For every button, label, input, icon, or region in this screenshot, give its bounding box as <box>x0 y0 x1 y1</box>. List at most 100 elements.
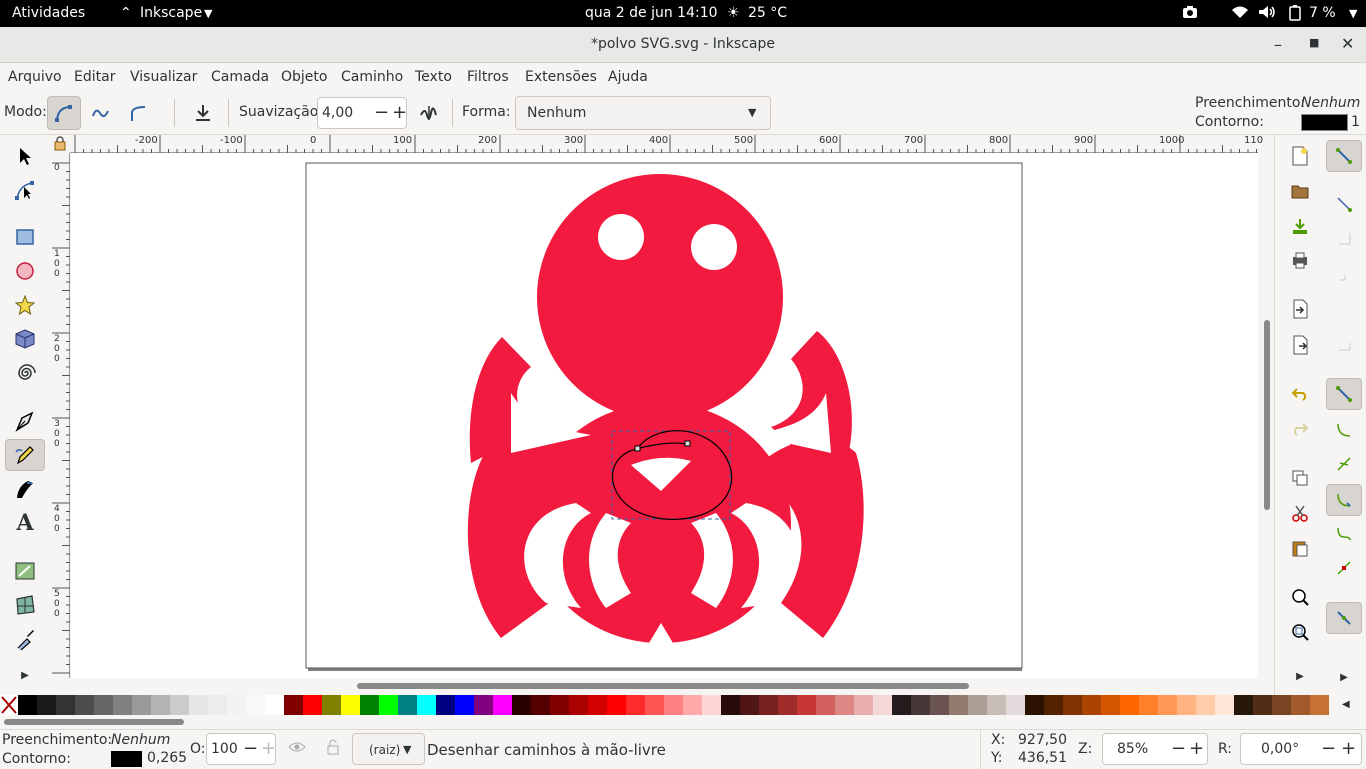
chevron-down-icon[interactable]: ▼ <box>1349 7 1357 20</box>
color-swatch[interactable] <box>854 695 873 715</box>
redo-icon[interactable] <box>1285 414 1315 444</box>
rectangle-tool[interactable] <box>5 221 45 253</box>
node-tool[interactable] <box>5 174 45 206</box>
color-swatch[interactable] <box>1120 695 1139 715</box>
color-swatch[interactable] <box>417 695 436 715</box>
color-swatch[interactable] <box>1310 695 1329 715</box>
color-swatch[interactable] <box>1272 695 1291 715</box>
color-swatch[interactable] <box>246 695 265 715</box>
color-swatch[interactable] <box>1101 695 1120 715</box>
color-swatch[interactable] <box>1253 695 1272 715</box>
color-swatch[interactable] <box>1196 695 1215 715</box>
snap-centers-button[interactable] <box>1326 602 1362 634</box>
color-swatch[interactable] <box>1139 695 1158 715</box>
color-swatch[interactable] <box>322 695 341 715</box>
increment-icon[interactable]: + <box>261 738 276 759</box>
shape-dropdown[interactable]: Nenhum ▼ <box>515 96 771 130</box>
color-swatch[interactable] <box>436 695 455 715</box>
color-swatch[interactable] <box>1291 695 1310 715</box>
bezier-pen-tool[interactable] <box>5 405 45 437</box>
snap-paths-button[interactable] <box>1326 414 1362 446</box>
app-menu-icon[interactable]: ⌃ <box>120 5 132 21</box>
volume-icon[interactable] <box>1258 5 1276 23</box>
paste-icon[interactable] <box>1285 533 1315 563</box>
color-swatch[interactable] <box>94 695 113 715</box>
status-stroke-width[interactable]: 0,265 <box>147 750 187 766</box>
horizontal-scrollbar[interactable] <box>71 680 1258 692</box>
color-swatch[interactable] <box>968 695 987 715</box>
undo-icon[interactable] <box>1285 379 1315 409</box>
mesh-tool[interactable] <box>5 589 45 621</box>
minimize-button[interactable]: – <box>1274 35 1282 54</box>
color-swatch[interactable] <box>816 695 835 715</box>
menu-objeto[interactable]: Objeto <box>281 69 327 85</box>
decrement-icon[interactable]: − <box>1321 738 1336 759</box>
snap-nodes-button[interactable] <box>1326 378 1362 410</box>
color-swatch[interactable] <box>702 695 721 715</box>
selector-tool[interactable] <box>5 140 45 172</box>
menu-extensoes[interactable]: Extensões <box>525 69 597 85</box>
rotation-value[interactable]: 0,00° <box>1261 741 1299 757</box>
color-swatch[interactable] <box>1234 695 1253 715</box>
text-tool[interactable]: A <box>5 507 45 539</box>
color-swatch[interactable] <box>303 695 322 715</box>
vertical-scroll-thumb[interactable] <box>1264 320 1270 510</box>
color-swatch[interactable] <box>37 695 56 715</box>
battery-icon[interactable] <box>1289 5 1301 25</box>
3d-box-tool[interactable] <box>5 323 45 355</box>
stroke-indicator-width[interactable]: 1 <box>1351 114 1360 130</box>
ellipse-tool[interactable] <box>5 255 45 287</box>
color-swatch[interactable] <box>379 695 398 715</box>
drawing-canvas[interactable] <box>71 153 1258 678</box>
zoom-drawing-icon[interactable] <box>1285 617 1315 647</box>
color-swatch[interactable] <box>588 695 607 715</box>
menu-editar[interactable]: Editar <box>74 69 115 85</box>
open-folder-icon[interactable] <box>1285 176 1315 206</box>
color-swatch[interactable] <box>683 695 702 715</box>
duplicate-icon[interactable] <box>1285 463 1315 493</box>
ruler-corner-lock[interactable] <box>52 135 70 153</box>
smoothing-spinbox[interactable]: 4,00 − + <box>317 97 407 129</box>
color-swatch[interactable] <box>930 695 949 715</box>
color-swatch[interactable] <box>455 695 474 715</box>
snap-toggle-button[interactable] <box>1326 140 1362 172</box>
color-swatch[interactable] <box>740 695 759 715</box>
palette-scrollbar[interactable] <box>0 716 1366 728</box>
menu-visualizar[interactable]: Visualizar <box>130 69 197 85</box>
battery-level[interactable]: 7 % <box>1309 5 1336 21</box>
vertical-scrollbar[interactable] <box>1260 153 1274 678</box>
spiral-tool[interactable] <box>5 357 45 389</box>
snap-smooth-nodes-button[interactable] <box>1326 518 1362 550</box>
menu-camada[interactable]: Camada <box>211 69 269 85</box>
color-swatch[interactable] <box>949 695 968 715</box>
color-swatch[interactable] <box>18 695 37 715</box>
path-node[interactable] <box>684 440 691 447</box>
more-tools-button[interactable]: ▶ <box>5 659 45 691</box>
decrement-icon[interactable]: − <box>374 102 389 123</box>
octopus-head[interactable] <box>537 174 783 420</box>
color-swatch[interactable] <box>759 695 778 715</box>
menu-arquivo[interactable]: Arquivo <box>8 69 62 85</box>
smoothing-value[interactable]: 4,00 <box>322 105 353 121</box>
horizontal-ruler[interactable]: -200 -100 0 100 200 300 400 500 600 700 … <box>70 135 1263 153</box>
snap-line-midpoints-button[interactable] <box>1326 552 1362 584</box>
color-swatch[interactable] <box>835 695 854 715</box>
rotation-spinbox[interactable]: 0,00° − + <box>1240 733 1362 765</box>
status-fill-value[interactable]: Nenhum <box>111 732 170 748</box>
zoom-spinbox[interactable]: 85% − + <box>1102 733 1208 765</box>
new-document-icon[interactable] <box>1285 141 1315 171</box>
weather-temp[interactable]: 25 °C <box>748 5 787 21</box>
color-swatch[interactable] <box>512 695 531 715</box>
star-tool[interactable] <box>5 289 45 321</box>
close-button[interactable]: ✕ <box>1341 34 1354 53</box>
color-swatch[interactable] <box>664 695 683 715</box>
color-swatch[interactable] <box>873 695 892 715</box>
color-swatch[interactable] <box>569 695 588 715</box>
increment-icon[interactable]: + <box>1341 738 1356 759</box>
decrement-icon[interactable]: − <box>243 738 258 759</box>
snap-bbox-edges-button[interactable] <box>1326 222 1362 254</box>
color-swatch[interactable] <box>493 695 512 715</box>
fill-indicator-value[interactable]: Nenhum <box>1301 95 1360 111</box>
color-swatch[interactable] <box>607 695 626 715</box>
more-commands-chevron-right-icon[interactable]: ▶ <box>1285 661 1315 691</box>
